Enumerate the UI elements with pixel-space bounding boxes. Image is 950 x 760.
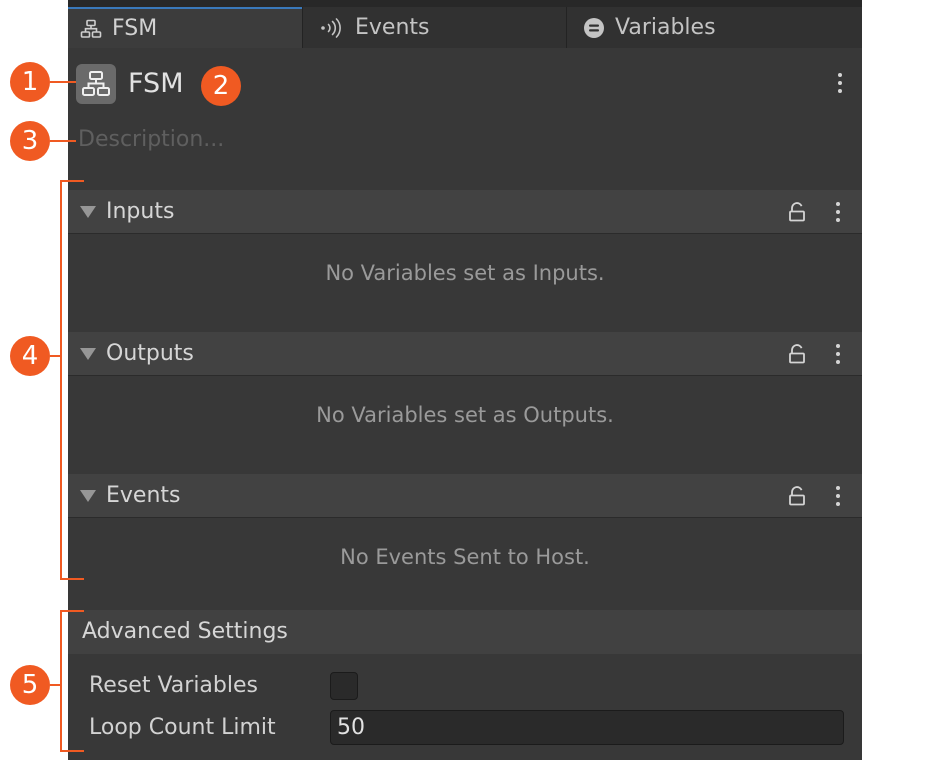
broadcast-icon [319, 17, 345, 38]
loop-count-limit-input[interactable]: 50 [330, 710, 844, 745]
reset-variables-label: Reset Variables [89, 673, 258, 698]
tab-variables-label: Variables [615, 14, 716, 40]
callout-1: 1 [10, 62, 50, 102]
callout-3: 3 [10, 121, 50, 161]
outputs-title: Outputs [106, 341, 194, 366]
foldout-arrow-icon[interactable] [80, 206, 96, 218]
header-more-options-icon[interactable] [835, 73, 845, 93]
tab-variables[interactable]: Variables [566, 7, 862, 48]
outputs-foldout-header[interactable]: Outputs [68, 332, 862, 376]
outputs-empty-text: No Variables set as Outputs. [316, 403, 614, 427]
callout-1-leader [50, 81, 76, 83]
fsm-inspector-panel: FSM Events Variables FSM Description... … [68, 0, 862, 760]
tab-bar: FSM Events Variables [68, 0, 862, 48]
advanced-settings-header[interactable]: Advanced Settings [68, 610, 862, 654]
callout-5: 5 [10, 665, 50, 705]
callout-5-bracket-top [60, 610, 84, 612]
events-more-options-icon[interactable] [833, 486, 843, 506]
events-title: Events [106, 483, 181, 508]
callout-3-leader [50, 140, 76, 142]
callout-4-bracket [60, 180, 62, 580]
reset-variables-checkbox[interactable] [330, 672, 358, 700]
loop-count-limit-label: Loop Count Limit [89, 715, 276, 740]
callout-5-bracket-bottom [60, 750, 84, 752]
outputs-more-options-icon[interactable] [833, 344, 843, 364]
tab-events[interactable]: Events [302, 7, 566, 48]
hierarchy-icon [80, 19, 102, 39]
events-empty-text: No Events Sent to Host. [340, 545, 590, 569]
foldout-arrow-icon[interactable] [80, 348, 96, 360]
variables-icon [583, 17, 605, 39]
tab-fsm[interactable]: FSM [68, 7, 302, 48]
callout-4-bracket-bottom [60, 578, 84, 580]
description-field[interactable]: Description... [78, 126, 224, 154]
unlock-icon[interactable] [788, 486, 806, 510]
foldout-arrow-icon[interactable] [80, 490, 96, 502]
inputs-foldout-header[interactable]: Inputs [68, 190, 862, 234]
callout-4-bracket-top [60, 180, 84, 182]
fsm-title[interactable]: FSM [128, 67, 184, 101]
fsm-hierarchy-icon [76, 64, 116, 104]
events-foldout-header[interactable]: Events [68, 474, 862, 518]
inputs-empty-text: No Variables set as Inputs. [325, 261, 605, 285]
callout-4: 4 [10, 336, 50, 376]
unlock-icon[interactable] [788, 202, 806, 226]
inputs-more-options-icon[interactable] [833, 202, 843, 222]
fsm-header: FSM [68, 48, 862, 120]
callout-5-bracket [60, 610, 62, 752]
unlock-icon[interactable] [788, 344, 806, 368]
inputs-title: Inputs [106, 199, 175, 224]
advanced-settings-title: Advanced Settings [82, 619, 288, 644]
tab-events-label: Events [355, 14, 430, 40]
callout-2: 2 [201, 66, 241, 106]
tab-fsm-label: FSM [112, 15, 158, 41]
